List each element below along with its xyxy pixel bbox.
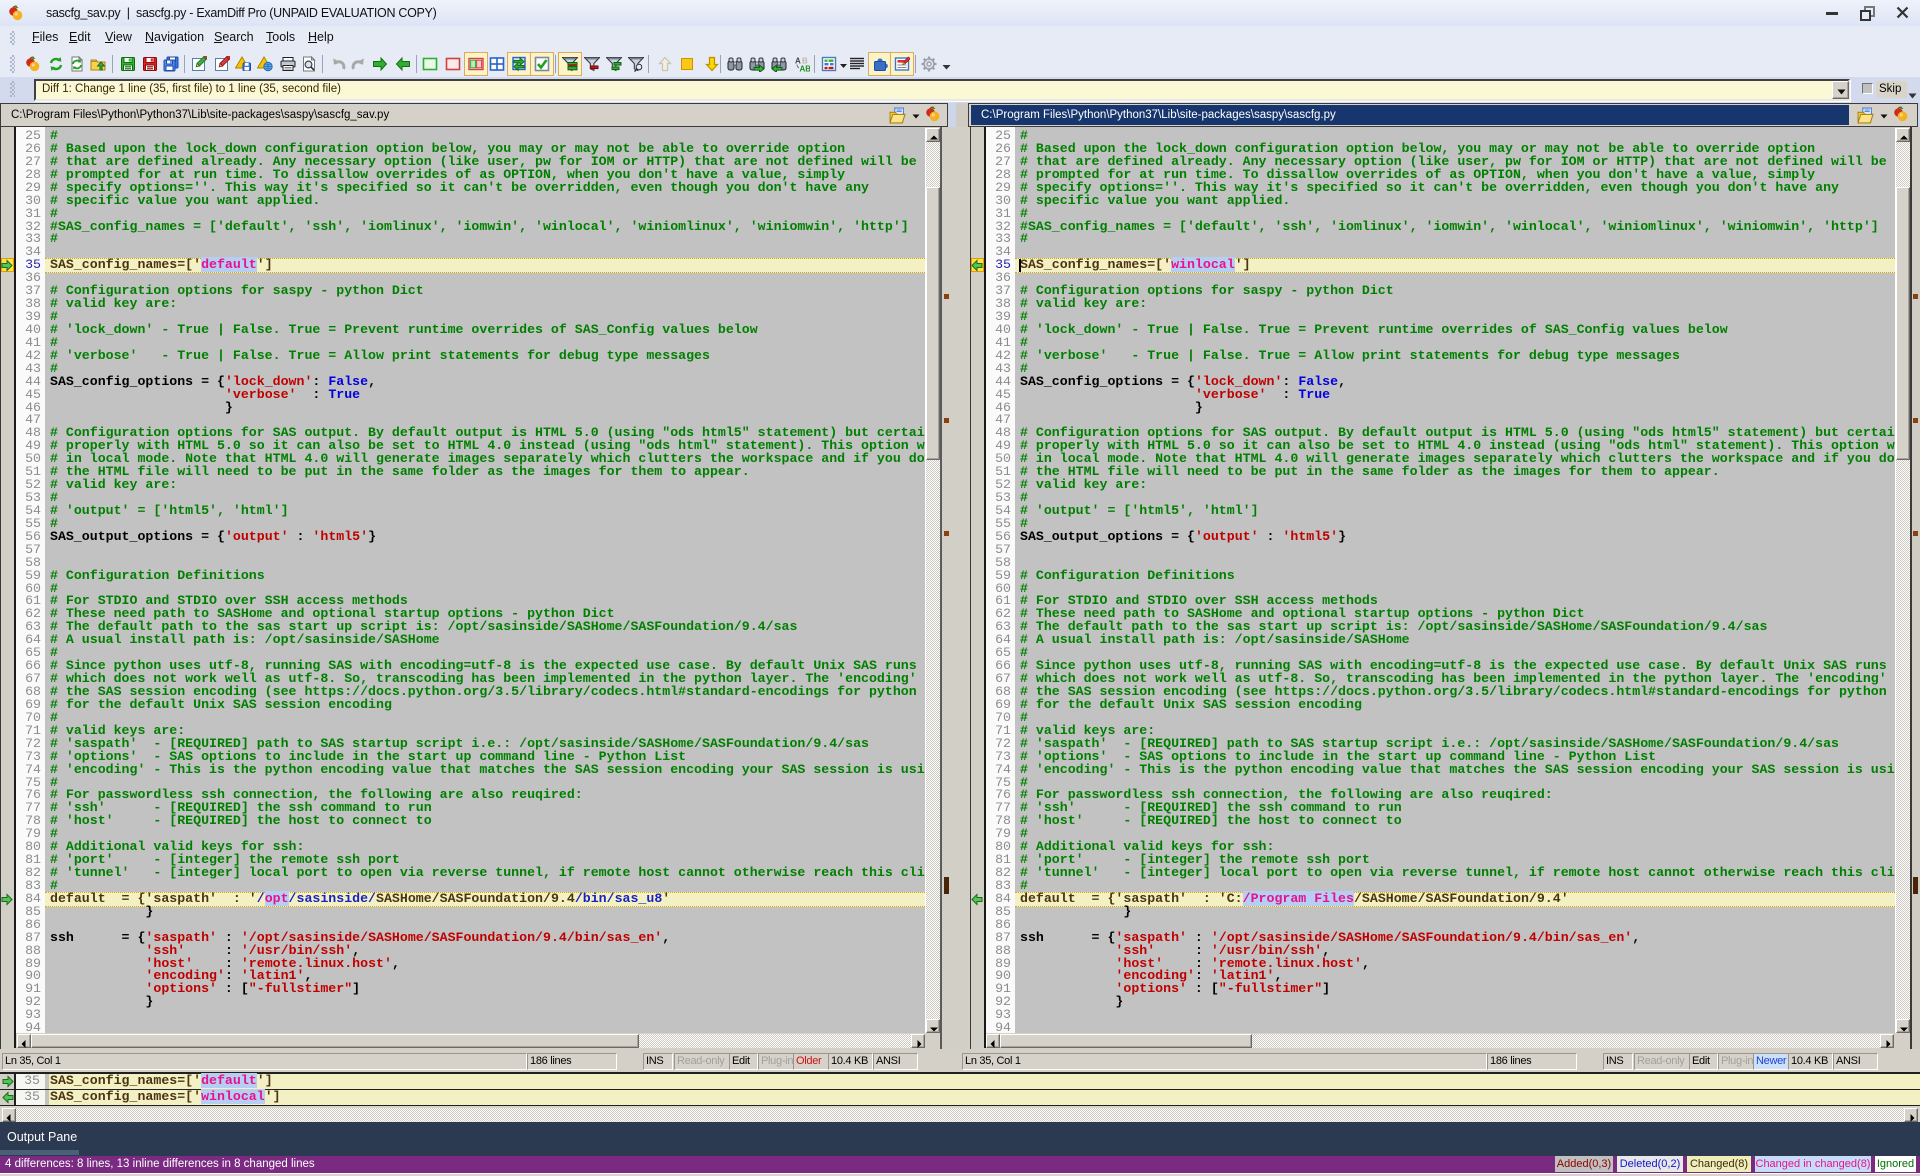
svg-text:AB: AB xyxy=(800,65,811,73)
